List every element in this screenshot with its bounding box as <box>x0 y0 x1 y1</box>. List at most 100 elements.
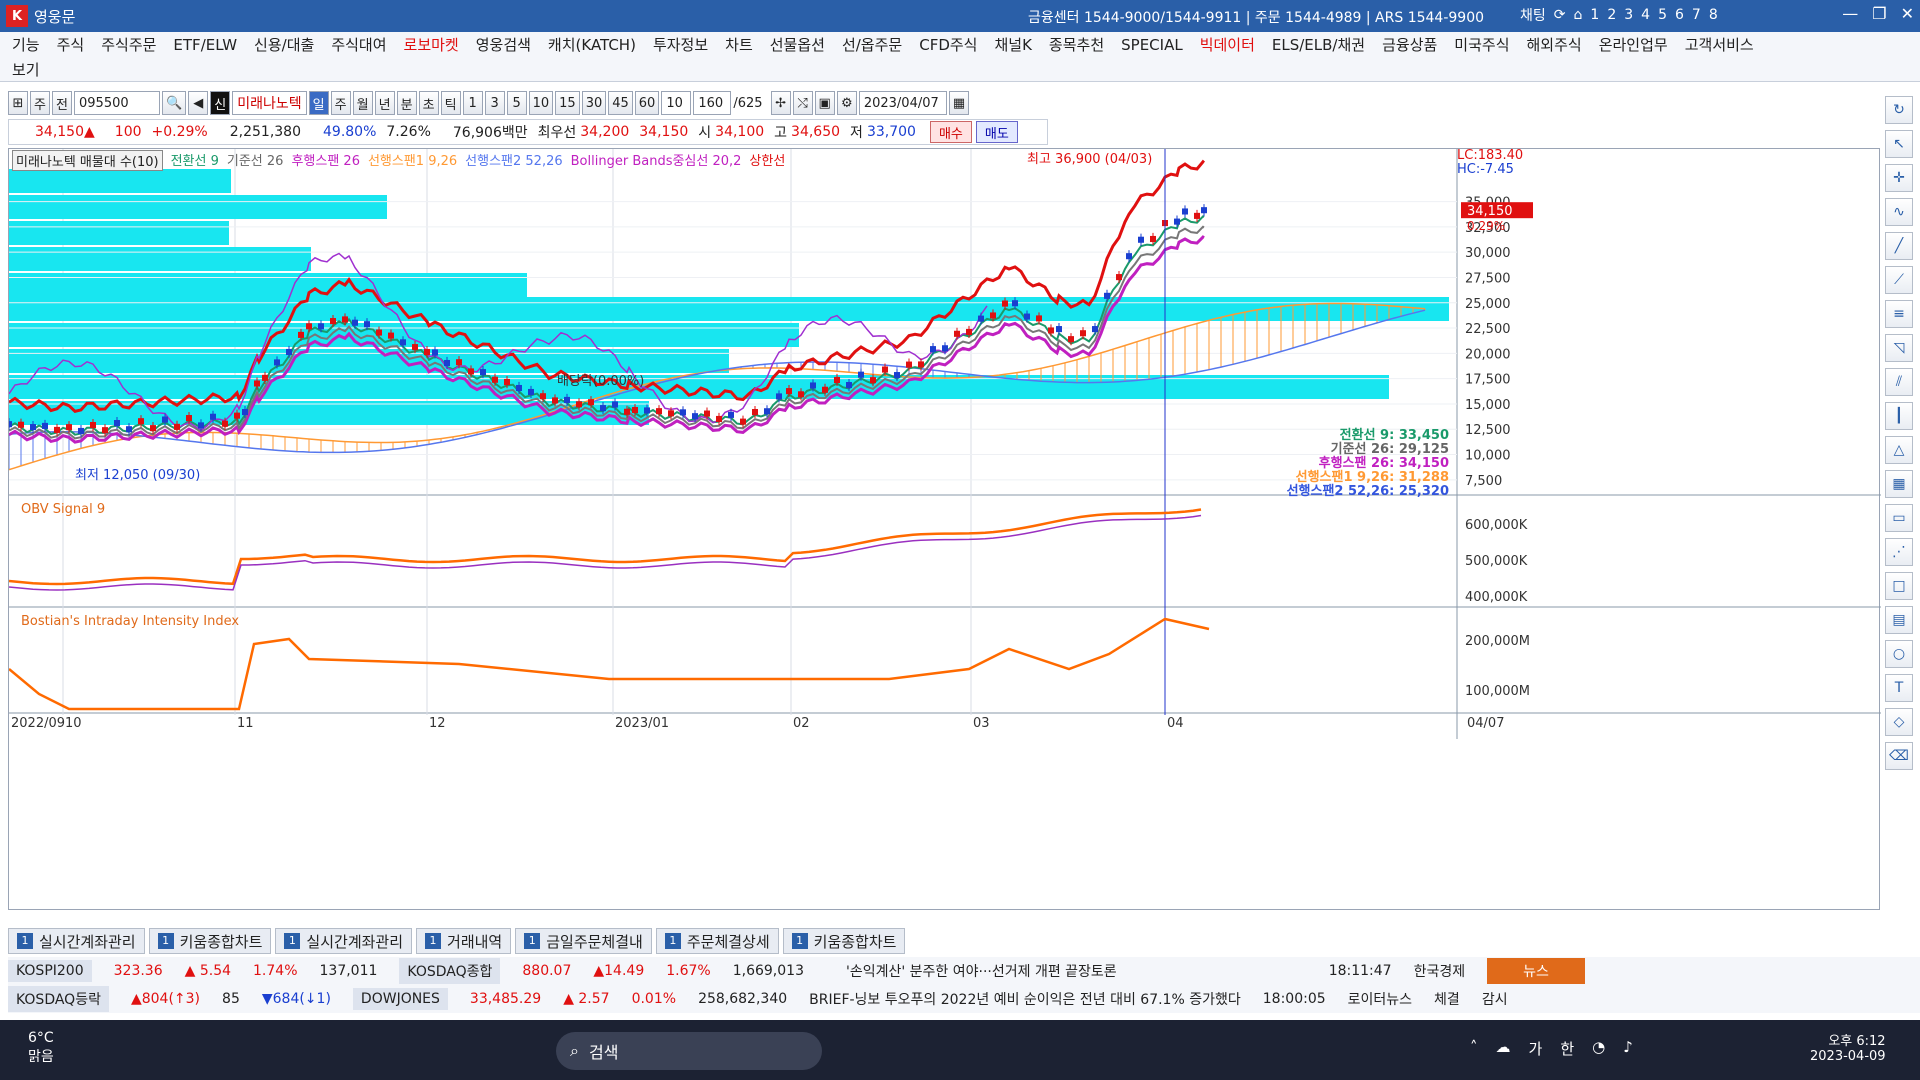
menu-item-1[interactable]: 주식 <box>57 34 85 55</box>
screen-tab-6[interactable]: 1 키움종합차트 <box>782 928 906 954</box>
interval-button-2[interactable]: 5 <box>506 91 527 115</box>
screen-3[interactable]: 3 <box>1624 7 1633 23</box>
menu-item-16[interactable]: SPECIAL <box>1121 36 1183 54</box>
interval-button-7[interactable]: 60 <box>634 91 660 115</box>
screen-2[interactable]: 2 <box>1607 7 1616 23</box>
fan-icon[interactable]: ⋰ <box>1885 538 1913 566</box>
interval-input[interactable]: 10 <box>661 91 692 115</box>
wave-icon[interactable]: ∿ <box>1885 198 1913 226</box>
mode-select[interactable]: 주 <box>30 91 50 115</box>
menu-item-18[interactable]: ELS/ELB/채권 <box>1272 34 1365 55</box>
screen-tab-4[interactable]: 1 금일주문체결내 <box>515 928 652 954</box>
sound-icon[interactable]: ◀ <box>188 91 209 115</box>
fib-icon[interactable]: ≡ <box>1885 300 1913 328</box>
menu-item-5[interactable]: 주식대여 <box>331 34 386 55</box>
menu-item-11[interactable]: 선물옵션 <box>770 34 825 55</box>
legend-item-1[interactable]: 기준선 26 <box>227 150 284 171</box>
taskbar-search[interactable]: ⌕ 검색 <box>556 1032 822 1070</box>
menu-item-0[interactable]: 기능 <box>12 34 40 55</box>
menu-item-20[interactable]: 미국주식 <box>1454 34 1509 55</box>
menu-item-19[interactable]: 금융상품 <box>1382 34 1437 55</box>
sell-button[interactable]: 매도 <box>975 121 1018 143</box>
news-headline-2[interactable]: BRIEF-닝보 투오푸의 2022년 예비 순이익은 전년 대비 67.1% … <box>809 989 1241 1009</box>
menu-item-7[interactable]: 영웅검색 <box>476 34 531 55</box>
square-icon[interactable]: □ <box>1885 572 1913 600</box>
crosshair-icon[interactable]: ✢ <box>770 91 791 115</box>
kospi200-label[interactable]: KOSPI200 <box>8 960 92 982</box>
legend-item-0[interactable]: 전환선 9 <box>171 150 219 171</box>
box-icon[interactable]: ▭ <box>1885 504 1913 532</box>
dow-label[interactable]: DOWJONES <box>352 988 448 1010</box>
menu-item-10[interactable]: 차트 <box>725 34 753 55</box>
erase-icon[interactable]: ◇ <box>1885 708 1913 736</box>
text-icon[interactable]: T <box>1885 674 1913 702</box>
menu-item-12[interactable]: 선/옵주문 <box>842 34 902 55</box>
menu-item-3[interactable]: ETF/ELW <box>173 36 237 54</box>
ime-mode[interactable]: 한 <box>1560 1038 1574 1059</box>
period-button-3[interactable]: 년 <box>374 91 395 115</box>
legend-item-6[interactable]: 상한선 <box>749 150 785 171</box>
clock[interactable]: 오후 6:12 2023-04-09 <box>1810 1030 1886 1064</box>
screen-1[interactable]: 1 <box>1590 7 1599 23</box>
save-icon[interactable]: ▣ <box>814 91 835 115</box>
menu-item-15[interactable]: 종목추천 <box>1049 34 1104 55</box>
screen-tab-0[interactable]: 1 실시간계좌관리 <box>8 928 145 954</box>
interval-button-6[interactable]: 45 <box>608 91 633 115</box>
legend-item-5[interactable]: Bollinger Bands중심선 20,2 <box>571 150 742 171</box>
link-icon[interactable]: ⤭ <box>792 91 813 115</box>
wifi-icon[interactable]: ◔ <box>1592 1038 1605 1059</box>
news-button[interactable]: 뉴스 <box>1487 958 1585 984</box>
circle-icon[interactable]: ○ <box>1885 640 1913 668</box>
chart-icon[interactable]: ▤ <box>1885 606 1913 634</box>
ime-hangul[interactable]: 가 <box>1529 1038 1543 1059</box>
legend-item-4[interactable]: 선행스팬2 52,26 <box>465 150 562 171</box>
weather-widget[interactable]: 6°C 맑음 <box>28 1030 54 1066</box>
gear-icon[interactable]: ⚙ <box>836 91 857 115</box>
refresh-icon[interactable]: ⟳ <box>1554 7 1566 23</box>
restore-icon[interactable]: ❐ <box>1872 4 1886 23</box>
menu-item-view[interactable]: 보기 <box>12 59 40 80</box>
chevron-up-icon[interactable]: ˄ <box>1470 1038 1478 1059</box>
kosdaq-label[interactable]: KOSDAQ종합 <box>399 958 501 984</box>
menu-item-13[interactable]: CFD주식 <box>919 34 977 55</box>
screen-6[interactable]: 6 <box>1675 7 1684 23</box>
period-button-4[interactable]: 분 <box>396 91 417 115</box>
period-button-0[interactable]: 일 <box>308 91 329 115</box>
legend-item-2[interactable]: 후행스팬 26 <box>291 150 360 171</box>
menu-item-22[interactable]: 온라인업무 <box>1599 34 1668 55</box>
interval-button-3[interactable]: 10 <box>528 91 554 115</box>
prev-button[interactable]: 전 <box>52 91 72 115</box>
screen-tab-1[interactable]: 1 키움종합차트 <box>148 928 272 954</box>
news-headline-1[interactable]: '손익계산' 분주한 여야···선거제 개편 끝장토론 <box>846 961 1117 981</box>
screen-tab-3[interactable]: 1 거래내역 <box>416 928 512 954</box>
chan-icon[interactable]: ⫽ <box>1885 368 1913 396</box>
kosdaq-adv-label[interactable]: KOSDAQ등락 <box>8 986 109 1012</box>
search-icon[interactable]: 🔍 <box>162 91 187 115</box>
screen-5[interactable]: 5 <box>1658 7 1667 23</box>
count-input[interactable]: 160 <box>693 91 732 115</box>
menu-item-21[interactable]: 해외주식 <box>1527 34 1582 55</box>
screen-tab-2[interactable]: 1 실시간계좌관리 <box>275 928 413 954</box>
date-input[interactable]: 2023/04/07 <box>858 91 947 115</box>
menu-item-8[interactable]: 캐치(KATCH) <box>548 34 636 55</box>
home-icon[interactable]: ⌂ <box>1574 7 1583 23</box>
period-button-5[interactable]: 초 <box>418 91 439 115</box>
layout-icon[interactable]: ⊞ <box>8 91 28 115</box>
menu-item-9[interactable]: 투자정보 <box>653 34 708 55</box>
minimize-icon[interactable]: — <box>1842 4 1858 23</box>
price-chart-svg[interactable]: 35,00032,50030,00027,50025,00022,50020,0… <box>6 148 1881 911</box>
close-icon[interactable]: ✕ <box>1901 4 1914 23</box>
profile-label[interactable]: 미래나노텍 매물대 수(10) <box>12 150 163 171</box>
screen-7[interactable]: 7 <box>1692 7 1701 23</box>
cross-icon[interactable]: ✛ <box>1885 164 1913 192</box>
menu-item-17[interactable]: 빅데이터 <box>1200 34 1255 55</box>
trend-icon[interactable]: ⟋ <box>1885 266 1913 294</box>
tri-icon[interactable]: △ <box>1885 436 1913 464</box>
menu-item-23[interactable]: 고객서비스 <box>1685 34 1754 55</box>
buy-button[interactable]: 매수 <box>929 121 972 143</box>
contract-button[interactable]: 체결 <box>1434 989 1460 1009</box>
period-button-1[interactable]: 주 <box>330 91 351 115</box>
grid-icon[interactable]: ▦ <box>1885 470 1913 498</box>
menu-item-4[interactable]: 신용/대출 <box>254 34 314 55</box>
interval-button-1[interactable]: 3 <box>484 91 505 115</box>
